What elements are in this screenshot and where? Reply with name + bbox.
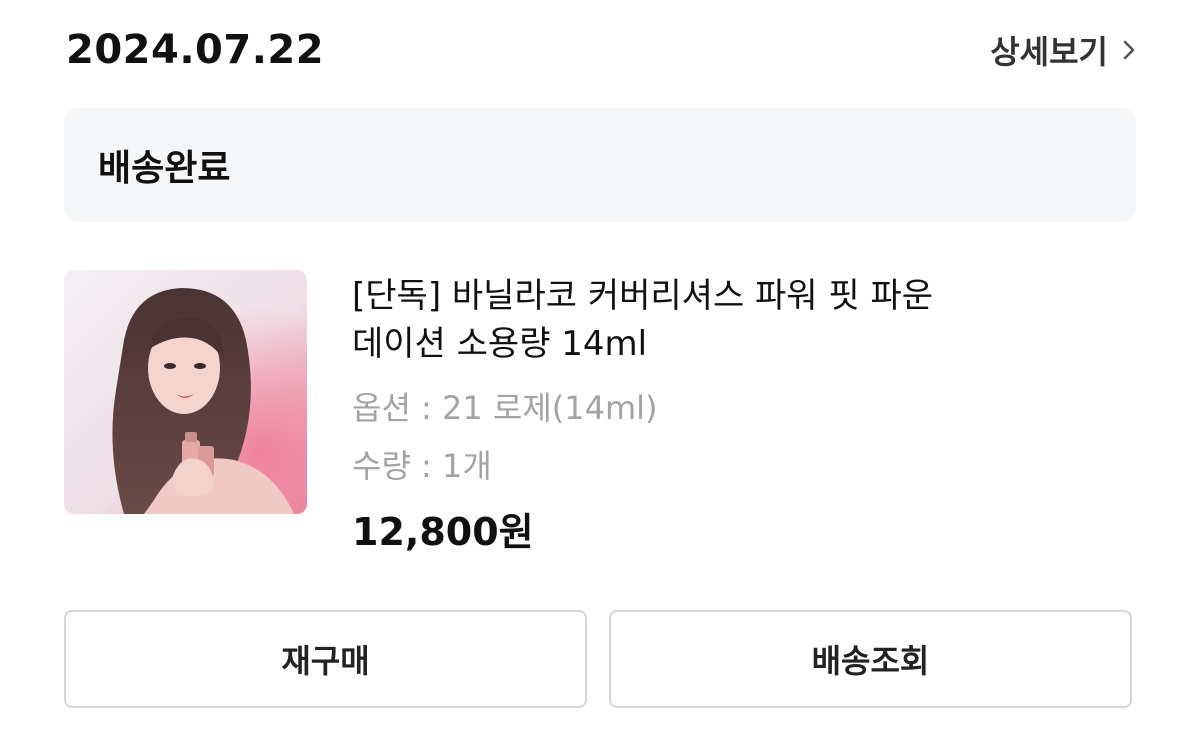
- product-name-line2: 데이션 소용량 14ml: [352, 324, 648, 364]
- product-info: [단독] 바닐라코 커버리셔스 파워 핏 파운 데이션 소용량 14ml 옵션 …: [352, 272, 1072, 556]
- view-details-link[interactable]: 상세보기: [990, 27, 1136, 73]
- order-header: 2024.07.22 상세보기: [66, 22, 1136, 78]
- order-date: 2024.07.22: [66, 27, 325, 73]
- product-price: 12,800원: [352, 510, 534, 554]
- product-name-line1: [단독] 바닐라코 커버리셔스 파워 핏 파운: [352, 276, 934, 316]
- product-quantity: 수량 : 1개: [352, 447, 492, 485]
- reorder-button[interactable]: 재구매: [64, 610, 587, 708]
- delivery-status: 배송완료: [98, 148, 231, 189]
- delivery-status-box: 배송완료: [64, 108, 1136, 222]
- product-name[interactable]: [단독] 바닐라코 커버리셔스 파워 핏 파운 데이션 소용량 14ml: [352, 272, 1072, 368]
- product-photo: [64, 270, 307, 514]
- track-delivery-button[interactable]: 배송조회: [609, 610, 1132, 708]
- product-option: 옵션 : 21 로제(14ml): [352, 389, 658, 427]
- product-image[interactable]: [64, 270, 307, 514]
- view-details-label: 상세보기: [990, 33, 1108, 71]
- chevron-right-icon: [1123, 40, 1135, 60]
